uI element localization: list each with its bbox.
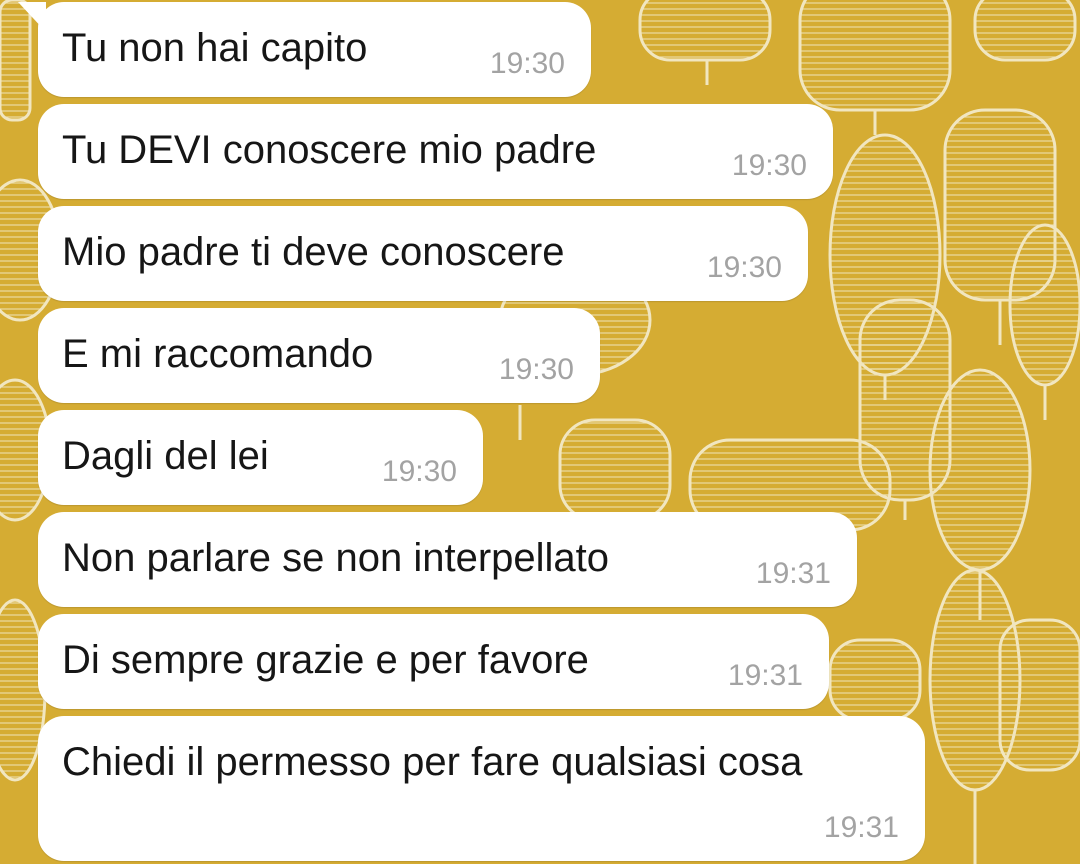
message-timestamp: 19:30 [381,455,457,488]
message-bubble[interactable]: Non parlare se non interpellato 19:31 [38,512,857,607]
message-bubble[interactable]: E mi raccomando 19:30 [38,308,600,403]
message-timestamp: 19:30 [706,251,782,284]
message-text: E mi raccomando [62,332,374,376]
message-text: Non parlare se non interpellato [62,536,610,580]
message-timestamp: 19:30 [731,149,807,182]
message-text: Mio padre ti deve conoscere [62,230,565,274]
message-text: Dagli del lei [62,434,269,478]
message-bubble[interactable]: Tu DEVI conoscere mio padre 19:30 [38,104,833,199]
message-timestamp: 19:31 [755,557,831,590]
bubble-tail [18,2,46,32]
message-timestamp: 19:30 [489,47,565,80]
message-bubble[interactable]: Chiedi il permesso per fare qualsiasi co… [38,716,925,861]
message-bubble[interactable]: Dagli del lei 19:30 [38,410,483,505]
message-bubble[interactable]: Di sempre grazie e per favore 19:31 [38,614,829,709]
message-text: Tu non hai capito [62,26,368,70]
message-timestamp: 19:30 [498,353,574,386]
message-bubble[interactable]: Mio padre ti deve conoscere 19:30 [38,206,808,301]
message-text: Di sempre grazie e per favore [62,638,589,682]
message-text: Tu DEVI conoscere mio padre [62,128,597,172]
message-text: Chiedi il permesso per fare qualsiasi co… [62,740,803,784]
message-timestamp: 19:31 [727,659,803,692]
chat-message-list[interactable]: Tu non hai capito 19:30 Tu DEVI conoscer… [0,0,1080,864]
message-timestamp: 19:31 [823,811,899,844]
message-bubble[interactable]: Tu non hai capito 19:30 [18,2,591,97]
